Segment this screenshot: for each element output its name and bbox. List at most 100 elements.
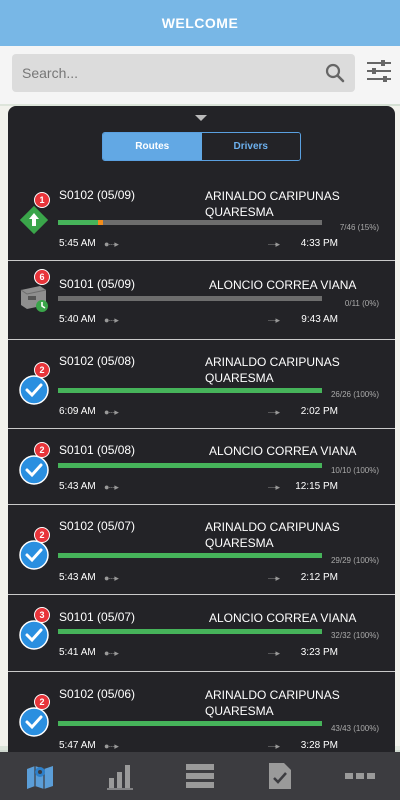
driver-name: ALONCIO CORREA VIANA	[209, 611, 357, 625]
start-arrow-icon: ●···▸	[104, 741, 119, 751]
route-list-item[interactable]: S0102 (05/06) ARINALDO CARIPUNAS QUARESMA…	[8, 672, 395, 752]
nav-more[interactable]	[340, 756, 380, 796]
start-arrow-icon: ●···▸	[104, 407, 119, 417]
collapse-handle-icon[interactable]	[195, 115, 207, 121]
route-status: 2	[18, 442, 50, 491]
page-title: WELCOME	[161, 15, 239, 31]
end-arrow-icon: ····▸	[267, 315, 279, 325]
routes-panel: Routes Drivers S0102 (05/09) ARINALDO CAR…	[8, 106, 395, 752]
search-input[interactable]	[22, 54, 312, 92]
progress-bar	[58, 220, 322, 225]
route-list-item[interactable]: S0101 (05/09) ALONCIO CORREA VIANA 0/11 (0…	[8, 261, 395, 340]
route-code: S0102 (05/08)	[59, 354, 136, 368]
start-time: 5:47 AM	[59, 740, 96, 751]
progress-bar-fill	[58, 629, 322, 634]
alert-badge: 3	[34, 607, 50, 623]
map-icon	[27, 766, 53, 789]
nav-map[interactable]	[20, 756, 60, 796]
nav-list[interactable]	[180, 756, 220, 796]
nav-statistics[interactable]	[100, 756, 140, 796]
end-time: 2:02 PM	[300, 406, 338, 417]
end-arrow-icon: ····▸	[267, 648, 279, 658]
route-list-item[interactable]: S0102 (05/08) ARINALDO CARIPUNAS QUARESMA…	[8, 340, 395, 429]
route-code: S0102 (05/09)	[59, 188, 136, 202]
nav-checklist[interactable]	[260, 756, 300, 796]
progress-bar-current	[98, 220, 103, 225]
start-arrow-icon: ●···▸	[104, 482, 119, 492]
driver-name: ARINALDO CARIPUNAS QUARESMA	[205, 688, 340, 718]
end-arrow-icon: ····▸	[267, 407, 279, 417]
end-time: 4:33 PM	[300, 238, 338, 249]
tab-routes[interactable]: Routes	[103, 133, 202, 160]
search-icon[interactable]	[325, 63, 345, 83]
progress-bar	[58, 721, 322, 726]
stop-count: 29/29 (100%)	[330, 556, 379, 565]
list-icon	[186, 764, 214, 788]
filter-settings-icon[interactable]	[366, 58, 392, 84]
pending-truck-icon	[20, 286, 48, 312]
route-code: S0101 (05/09)	[59, 277, 136, 291]
stop-count: 32/32 (100%)	[330, 631, 379, 640]
route-list-item[interactable]: S0102 (05/07) ARINALDO CARIPUNAS QUARESMA…	[8, 505, 395, 595]
completed-check-icon	[19, 620, 49, 650]
start-time: 5:40 AM	[59, 314, 96, 325]
stop-count: 7/46 (15%)	[339, 223, 379, 232]
alert-badge: 2	[34, 362, 50, 378]
start-arrow-icon: ●···▸	[104, 239, 119, 249]
end-arrow-icon: ····▸	[267, 482, 279, 492]
completed-check-icon	[19, 455, 49, 485]
bar-chart-icon	[107, 765, 133, 790]
start-arrow-icon: ●···▸	[104, 573, 119, 583]
more-icon	[345, 773, 375, 779]
progress-bar	[58, 388, 322, 393]
driver-name: ALONCIO CORREA VIANA	[209, 444, 357, 458]
tab-drivers[interactable]: Drivers	[201, 133, 300, 160]
start-time: 6:09 AM	[59, 406, 96, 417]
alert-badge: 2	[34, 694, 50, 710]
stop-count: 26/26 (100%)	[330, 390, 379, 399]
driver-name: ARINALDO CARIPUNAS QUARESMA	[205, 520, 340, 550]
end-time: 12:15 PM	[295, 481, 338, 492]
end-time: 3:28 PM	[300, 740, 338, 751]
progress-bar	[58, 296, 322, 301]
route-list-item[interactable]: S0101 (05/07) ALONCIO CORREA VIANA 32/32 (…	[8, 595, 395, 672]
route-status: 3	[18, 607, 50, 656]
in-progress-icon	[19, 205, 49, 235]
route-list-item[interactable]: S0101 (05/08) ALONCIO CORREA VIANA 10/10 (…	[8, 429, 395, 505]
search-box[interactable]	[12, 54, 355, 92]
route-code: S0102 (05/07)	[59, 519, 136, 533]
end-arrow-icon: ····▸	[267, 239, 279, 249]
end-time: 3:23 PM	[300, 647, 338, 658]
completed-check-icon	[19, 375, 49, 405]
progress-bar-fill	[58, 721, 322, 726]
start-time: 5:45 AM	[59, 238, 96, 249]
start-arrow-icon: ●···▸	[104, 315, 119, 325]
route-status: 1	[18, 192, 50, 241]
end-time: 9:43 AM	[301, 314, 338, 325]
start-time: 5:43 AM	[59, 481, 96, 492]
search-bar	[0, 46, 400, 104]
route-list-item[interactable]: S0102 (05/09) ARINALDO CARIPUNAS QUARESMA…	[8, 176, 395, 261]
start-arrow-icon: ●···▸	[104, 648, 119, 658]
progress-bar-fill	[58, 463, 322, 468]
driver-name: ARINALDO CARIPUNAS QUARESMA	[205, 355, 340, 385]
progress-bar	[58, 463, 322, 468]
alert-badge: 2	[34, 527, 50, 543]
progress-bar-fill	[58, 220, 98, 225]
end-arrow-icon: ····▸	[267, 573, 279, 583]
route-status: 2	[18, 362, 50, 411]
progress-bar	[58, 553, 322, 558]
bottom-nav	[0, 752, 400, 800]
start-time: 5:43 AM	[59, 572, 96, 583]
route-status: 6	[18, 269, 50, 318]
view-toggle: Routes Drivers	[102, 132, 301, 161]
route-status: 2	[18, 694, 50, 743]
route-code: S0101 (05/07)	[59, 610, 136, 624]
driver-name: ARINALDO CARIPUNAS QUARESMA	[205, 189, 340, 219]
app-header: WELCOME	[0, 0, 400, 46]
alert-badge: 1	[34, 192, 50, 208]
progress-bar-fill	[58, 388, 322, 393]
stop-count: 43/43 (100%)	[330, 724, 379, 733]
alert-badge: 6	[34, 269, 50, 285]
driver-name: ALONCIO CORREA VIANA	[209, 278, 357, 292]
